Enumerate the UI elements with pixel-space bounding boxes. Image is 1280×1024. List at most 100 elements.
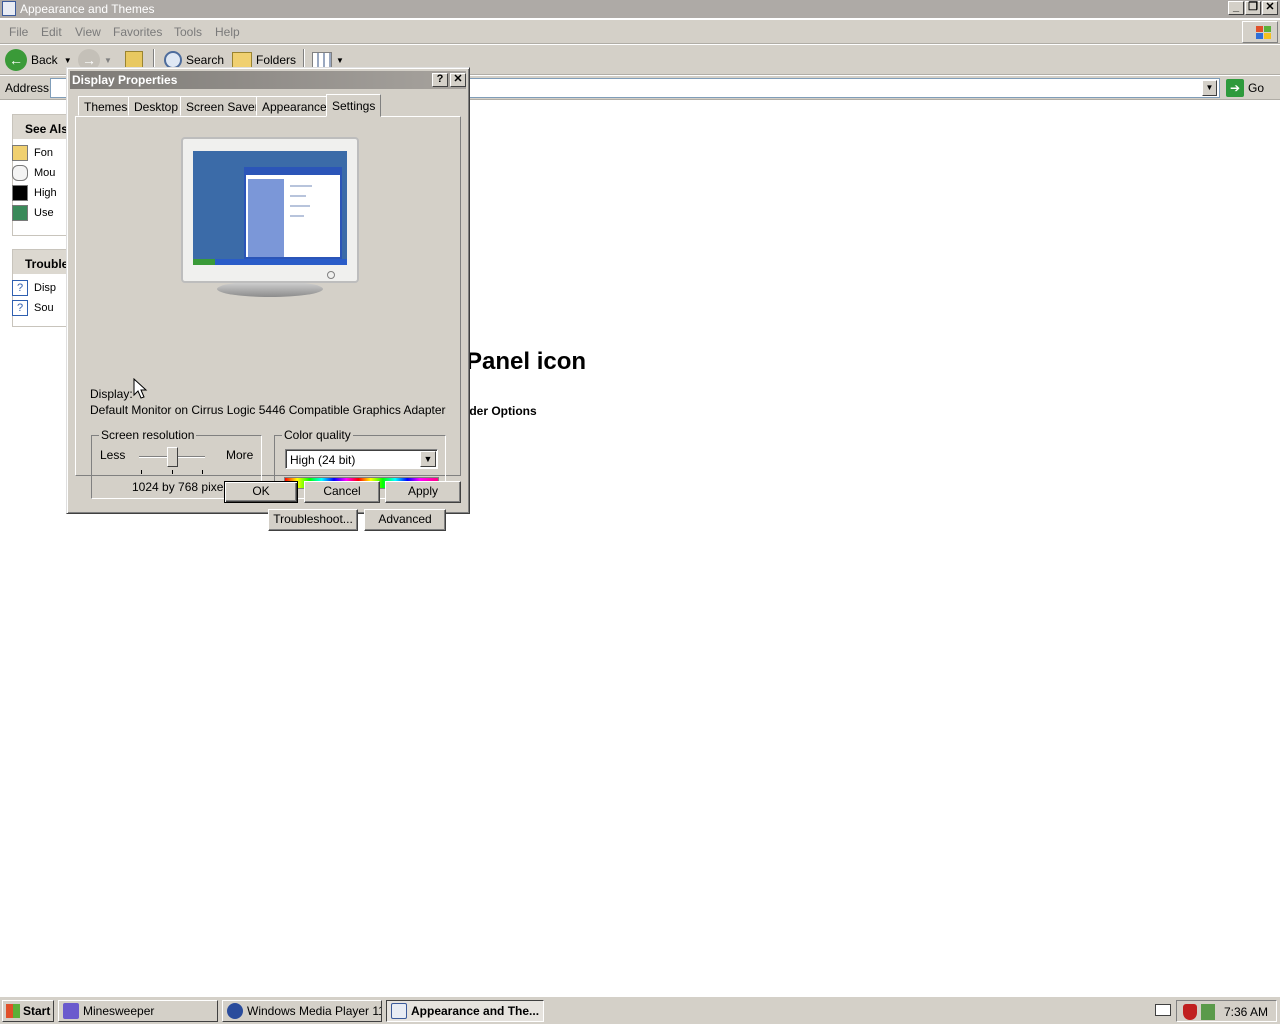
chevron-down-icon[interactable]: ▼ [104, 56, 112, 65]
troubleshooter-label: Sou [34, 302, 54, 314]
window-title: Appearance and Themes [20, 2, 155, 16]
task-label: Windows Media Player 11 [247, 1004, 382, 1018]
display-label: Display: [90, 387, 133, 401]
dialog-titlebar[interactable]: Display Properties ? ✕ [70, 71, 466, 89]
apply-button[interactable]: Apply [385, 481, 461, 503]
advanced-button[interactable]: Advanced [364, 509, 446, 531]
keyboard-icon[interactable] [1155, 1004, 1171, 1016]
windows-logo-icon [6, 1004, 20, 1018]
resolution-value: 1024 by 768 pixels [132, 480, 233, 494]
start-button[interactable]: Start [2, 1000, 54, 1022]
chevron-down-icon: ▼ [336, 55, 344, 65]
see-also-label: Use [34, 207, 54, 219]
mouse-icon [12, 165, 28, 181]
folder-window-icon [2, 1, 16, 16]
display-properties-dialog: Display Properties ? ✕ Themes Desktop Sc… [66, 67, 470, 531]
menu-file[interactable]: File [9, 25, 28, 39]
close-icon[interactable]: ✕ [450, 73, 466, 87]
back-arrow-icon: ← [5, 49, 27, 71]
tab-themes[interactable]: Themes [78, 96, 134, 116]
restore-button[interactable]: ❐ [1245, 1, 1261, 15]
media-player-icon [227, 1003, 243, 1019]
troubleshooter-label: Disp [34, 282, 57, 294]
see-also-header[interactable]: See Als [13, 115, 71, 139]
see-also-link-mouse[interactable]: Mou [12, 165, 55, 181]
screen-resolution-legend: Screen resolution [99, 428, 197, 442]
resolution-more-label: More [226, 448, 254, 462]
menu-view[interactable]: View [75, 25, 101, 39]
folders-icon [232, 52, 252, 68]
troubleshooters-header[interactable]: Trouble [13, 250, 71, 274]
task-label: Minesweeper [83, 1004, 155, 1018]
help-button[interactable]: ? [432, 73, 448, 87]
power-button-icon [327, 271, 335, 279]
tab-desktop[interactable]: Desktop [128, 96, 185, 116]
security-shield-icon[interactable] [1183, 1004, 1197, 1020]
help-icon: ? [12, 300, 28, 316]
menu-favorites[interactable]: Favorites [113, 25, 162, 39]
address-dropdown-button[interactable]: ▼ [1202, 80, 1217, 96]
go-label: Go [1248, 81, 1265, 95]
task-minesweeper[interactable]: Minesweeper [58, 1000, 218, 1022]
task-label: Appearance and The... [411, 1004, 540, 1018]
task-media-player[interactable]: Windows Media Player 11 [222, 1000, 382, 1022]
content-heading: Panel icon [466, 348, 587, 375]
start-label: Start [23, 1004, 51, 1018]
ok-button[interactable]: OK [224, 481, 298, 503]
troubleshooter-link-display[interactable]: ? Disp [12, 280, 56, 296]
troubleshoot-button[interactable]: Troubleshoot... [268, 509, 358, 531]
minesweeper-icon [63, 1003, 79, 1019]
mouse-cursor-icon [133, 378, 148, 399]
resolution-slider-thumb[interactable] [166, 447, 178, 467]
color-quality-legend: Color quality [282, 428, 353, 442]
close-window-button[interactable]: ✕ [1262, 1, 1278, 15]
taskbar: Start Minesweeper Windows Media Player 1… [0, 996, 1280, 1024]
monitor-stand [217, 281, 323, 297]
folder-options-link[interactable]: lder Options [466, 404, 537, 418]
chevron-down-icon[interactable]: ▼ [64, 56, 72, 65]
help-icon: ? [12, 280, 28, 296]
see-also-label: High [34, 187, 57, 199]
see-also-label: Fon [34, 147, 53, 159]
go-button[interactable]: ➔ Go [1226, 79, 1264, 97]
search-label: Search [186, 53, 225, 67]
monitor-bezel [181, 137, 359, 283]
menu-help[interactable]: Help [215, 25, 240, 39]
display-value: Default Monitor on Cirrus Logic 5446 Com… [90, 403, 446, 417]
settings-tab-panel: Display: Default Monitor on Cirrus Logic… [75, 116, 461, 531]
menu-tools[interactable]: Tools [174, 25, 202, 39]
menu-bar: File Edit View Favorites Tools Help [0, 20, 1280, 44]
tab-settings[interactable]: Settings [326, 94, 382, 117]
system-tray: 7:36 AM [1176, 1000, 1277, 1022]
address-label: Address [5, 81, 50, 95]
menu-edit[interactable]: Edit [41, 25, 62, 39]
dialog-title: Display Properties [72, 73, 178, 87]
go-arrow-icon: ➔ [1226, 79, 1244, 97]
color-quality-select[interactable]: High (24 bit) ▼ [285, 449, 438, 469]
clock[interactable]: 7:36 AM [1224, 1005, 1268, 1019]
network-icon[interactable] [1201, 1004, 1215, 1020]
folder-window-icon [391, 1003, 407, 1019]
minimize-button[interactable]: _ [1228, 1, 1244, 15]
views-icon [312, 52, 332, 68]
chevron-down-icon[interactable]: ▼ [420, 451, 436, 467]
troubleshooter-link-sound[interactable]: ? Sou [12, 300, 54, 316]
slider-tick [141, 470, 142, 474]
see-also-link-fonts[interactable]: Fon [12, 145, 53, 161]
task-appearance-themes[interactable]: Appearance and The... [386, 1000, 544, 1022]
slider-tick [202, 470, 203, 474]
fonts-folder-icon [12, 145, 28, 161]
folders-label: Folders [256, 53, 297, 67]
slider-tick [172, 470, 173, 474]
monitor-screen [193, 151, 347, 265]
window-titlebar[interactable]: Appearance and Themes _ ❐ ✕ [0, 0, 1280, 18]
see-also-link-user-accounts[interactable]: Use [12, 205, 54, 221]
see-also-label: Mou [34, 167, 56, 179]
see-also-link-high-contrast[interactable]: High [12, 185, 57, 201]
tab-screen-saver[interactable]: Screen Saver [180, 96, 265, 116]
cancel-button[interactable]: Cancel [304, 481, 380, 503]
back-label: Back [31, 53, 58, 67]
back-button[interactable]: ← Back ▼ [5, 48, 72, 72]
resolution-less-label: Less [100, 448, 126, 462]
tab-appearance[interactable]: Appearance [256, 96, 333, 116]
